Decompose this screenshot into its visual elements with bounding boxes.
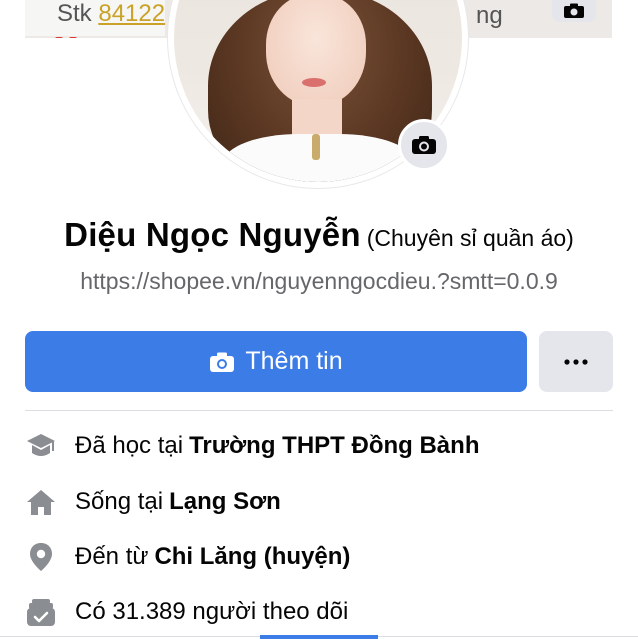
more-dots-icon	[564, 358, 588, 365]
cover-text-left: Stk 84122	[57, 0, 165, 28]
detail-lives-in-prefix: Sống tại	[75, 488, 164, 515]
detail-lives-in-value: Lạng Sơn	[169, 488, 281, 515]
detail-lives-in[interactable]: Sống tại Lạng Sơn	[25, 482, 615, 522]
avatar-camera-button[interactable]	[398, 119, 450, 171]
profile-name-extra: (Chuyên sỉ quần áo)	[366, 225, 574, 251]
profile-bio-link[interactable]: https://shopee.vn/nguyenngocdieu.?smtt=0…	[0, 268, 638, 295]
detail-followers[interactable]: Có 31.389 người theo dõi	[25, 592, 615, 632]
add-story-label: Thêm tin	[245, 347, 343, 375]
detail-education-prefix: Đã học tại	[75, 432, 184, 459]
location-pin-icon	[25, 541, 57, 573]
cover-camera-button[interactable]	[552, 0, 596, 22]
detail-from[interactable]: Đến từ Chi Lăng (huyện)	[25, 537, 615, 577]
home-icon	[25, 486, 57, 518]
cover-text-right: ng	[476, 2, 503, 29]
camera-icon	[412, 136, 436, 154]
camera-icon	[210, 352, 235, 372]
detail-from-value: Chi Lăng (huyện)	[154, 543, 351, 570]
profile-name: Diệu Ngọc Nguyễn	[64, 216, 361, 253]
more-options-button[interactable]	[539, 331, 613, 392]
camera-icon	[564, 3, 584, 18]
active-tab-indicator	[260, 635, 378, 639]
cover-text-number: 84122	[98, 0, 166, 27]
detail-education[interactable]: Đã học tại Trường THPT Đồng Bành	[25, 426, 615, 466]
detail-education-value: Trường THPT Đồng Bành	[189, 432, 480, 459]
profile-name-row: Diệu Ngọc Nguyễn (Chuyên sỉ quần áo)	[0, 216, 638, 254]
graduation-cap-icon	[25, 430, 57, 462]
cover-text-prefix: Stk	[57, 0, 99, 27]
add-story-button[interactable]: Thêm tin	[25, 331, 527, 392]
cover-decoration	[55, 30, 95, 38]
detail-followers-text: Có 31.389 người theo dõi	[75, 598, 349, 625]
section-divider	[25, 410, 613, 411]
detail-from-prefix: Đến từ	[75, 543, 149, 570]
followers-icon	[25, 596, 57, 628]
